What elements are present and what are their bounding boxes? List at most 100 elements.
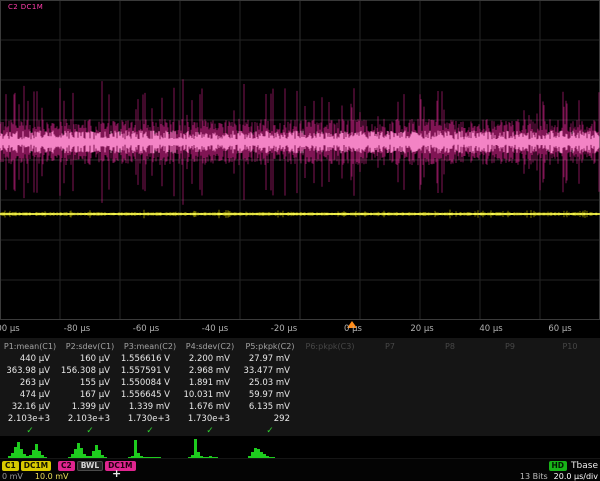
param-value: 167 µV bbox=[60, 389, 120, 401]
param-value bbox=[420, 377, 480, 389]
param-value: 363.98 µV bbox=[0, 365, 60, 377]
param-value: 2.103e+3 bbox=[0, 413, 60, 425]
c2-bwl-chip: BWL bbox=[77, 461, 103, 471]
waveform-svg bbox=[0, 0, 600, 320]
param-value: 1.556616 V bbox=[120, 353, 180, 365]
param-value: 2.200 mV bbox=[180, 353, 240, 365]
param-value: 32.16 µV bbox=[0, 401, 60, 413]
histicon[interactable] bbox=[180, 436, 240, 458]
timebase-row1: HD Tbase bbox=[520, 461, 598, 471]
param-value: 474 µV bbox=[0, 389, 60, 401]
histicon[interactable] bbox=[0, 436, 60, 458]
param-value bbox=[300, 377, 360, 389]
histicon[interactable] bbox=[540, 436, 600, 458]
param-value bbox=[480, 353, 540, 365]
param-value bbox=[420, 353, 480, 365]
param-value bbox=[360, 353, 420, 365]
param-value: 440 µV bbox=[0, 353, 60, 365]
param-value: 27.97 mV bbox=[240, 353, 300, 365]
param-value bbox=[300, 365, 360, 377]
param-header[interactable]: P3:mean(C2) bbox=[120, 340, 180, 353]
param-value bbox=[540, 389, 600, 401]
param-value bbox=[540, 413, 600, 425]
param-header[interactable]: P2:sdev(C1) bbox=[60, 340, 120, 353]
c1-coupling-chip: DC1M bbox=[21, 461, 51, 471]
param-value: 25.03 mV bbox=[240, 377, 300, 389]
param-value bbox=[300, 353, 360, 365]
param-value bbox=[480, 365, 540, 377]
time-axis-label: -80 µs bbox=[64, 324, 90, 334]
param-value: 263 µV bbox=[0, 377, 60, 389]
param-header[interactable]: P1:mean(C1) bbox=[0, 340, 60, 353]
param-value: 160 µV bbox=[60, 353, 120, 365]
param-value bbox=[300, 401, 360, 413]
param-value: 1.339 mV bbox=[120, 401, 180, 413]
c2-channel-chip: C2 bbox=[58, 461, 75, 471]
hd-mode-chip: HD bbox=[549, 461, 568, 471]
param-value bbox=[360, 365, 420, 377]
param-value bbox=[480, 401, 540, 413]
histicon[interactable] bbox=[240, 436, 300, 458]
c2-descriptor[interactable]: C2 BWL DC1M bbox=[58, 461, 136, 471]
param-header[interactable]: P5:pkpk(C2) bbox=[240, 340, 300, 353]
c1-channel-chip: C1 bbox=[2, 461, 19, 471]
histicon[interactable] bbox=[60, 436, 120, 458]
param-value bbox=[480, 377, 540, 389]
histicon[interactable] bbox=[120, 436, 180, 458]
timebase-descriptor[interactable]: HD Tbase 13 Bits 20.0 µs/div bbox=[520, 461, 598, 481]
time-axis-label: 20 µs bbox=[410, 324, 433, 334]
param-value bbox=[360, 401, 420, 413]
param-value: 1.399 µV bbox=[60, 401, 120, 413]
param-value: 1.676 mV bbox=[180, 401, 240, 413]
time-axis-label: -60 µs bbox=[133, 324, 159, 334]
param-header[interactable]: P10 bbox=[540, 340, 600, 353]
param-header[interactable]: P7 bbox=[360, 340, 420, 353]
param-value bbox=[420, 401, 480, 413]
time-axis-label: 0 µs bbox=[344, 324, 362, 334]
param-value bbox=[540, 353, 600, 365]
param-value: 59.97 mV bbox=[240, 389, 300, 401]
param-value: 6.135 mV bbox=[240, 401, 300, 413]
histicon[interactable] bbox=[300, 436, 360, 458]
param-value: 1.891 mV bbox=[180, 377, 240, 389]
tbase-label: Tbase bbox=[571, 461, 598, 471]
param-value: 1.557591 V bbox=[120, 365, 180, 377]
time-axis: 00 µs -80 µs -60 µs -40 µs -20 µs 0 µs 20 µs 40… bbox=[0, 320, 600, 336]
c2-chips: C2 BWL DC1M bbox=[58, 461, 136, 471]
param-value: 155 µV bbox=[60, 377, 120, 389]
time-axis-label: -40 µs bbox=[202, 324, 228, 334]
cursor-cross-icon[interactable]: + bbox=[112, 467, 121, 480]
oscilloscope-screen: C2 DC1M 00 µs -80 µs -60 µs -40 µs -20 µs 0 µ… bbox=[0, 0, 600, 480]
param-value bbox=[360, 413, 420, 425]
time-axis-label: 40 µs bbox=[479, 324, 502, 334]
param-header[interactable]: P6:pkpk(C3) bbox=[300, 340, 360, 353]
param-value: 156.308 µV bbox=[60, 365, 120, 377]
param-header[interactable]: P4:sdev(C2) bbox=[180, 340, 240, 353]
histicon[interactable] bbox=[360, 436, 420, 458]
param-value bbox=[300, 413, 360, 425]
param-header[interactable]: P9 bbox=[480, 340, 540, 353]
param-value bbox=[420, 365, 480, 377]
param-value: 33.477 mV bbox=[240, 365, 300, 377]
histicon[interactable] bbox=[420, 436, 480, 458]
param-header[interactable]: P8 bbox=[420, 340, 480, 353]
channel-status-label: C2 DC1M bbox=[8, 3, 43, 11]
time-axis-label: -20 µs bbox=[271, 324, 297, 334]
histicon-row bbox=[0, 436, 600, 458]
param-value bbox=[420, 413, 480, 425]
waveform-display[interactable]: C2 DC1M bbox=[0, 0, 600, 320]
param-value: 1.730e+3 bbox=[180, 413, 240, 425]
param-value bbox=[540, 365, 600, 377]
param-value bbox=[480, 389, 540, 401]
time-axis-label: 60 µs bbox=[548, 324, 571, 334]
param-value bbox=[540, 401, 600, 413]
param-value bbox=[420, 389, 480, 401]
histicon[interactable] bbox=[480, 436, 540, 458]
param-value bbox=[360, 377, 420, 389]
measurement-table[interactable]: P1:mean(C1)P2:sdev(C1)P3:mean(C2)P4:sdev… bbox=[0, 338, 600, 437]
param-value: 1.550084 V bbox=[120, 377, 180, 389]
time-axis-label: 00 µs bbox=[0, 324, 20, 334]
param-value: 10.031 mV bbox=[180, 389, 240, 401]
param-value bbox=[300, 389, 360, 401]
param-value: 1.556645 V bbox=[120, 389, 180, 401]
